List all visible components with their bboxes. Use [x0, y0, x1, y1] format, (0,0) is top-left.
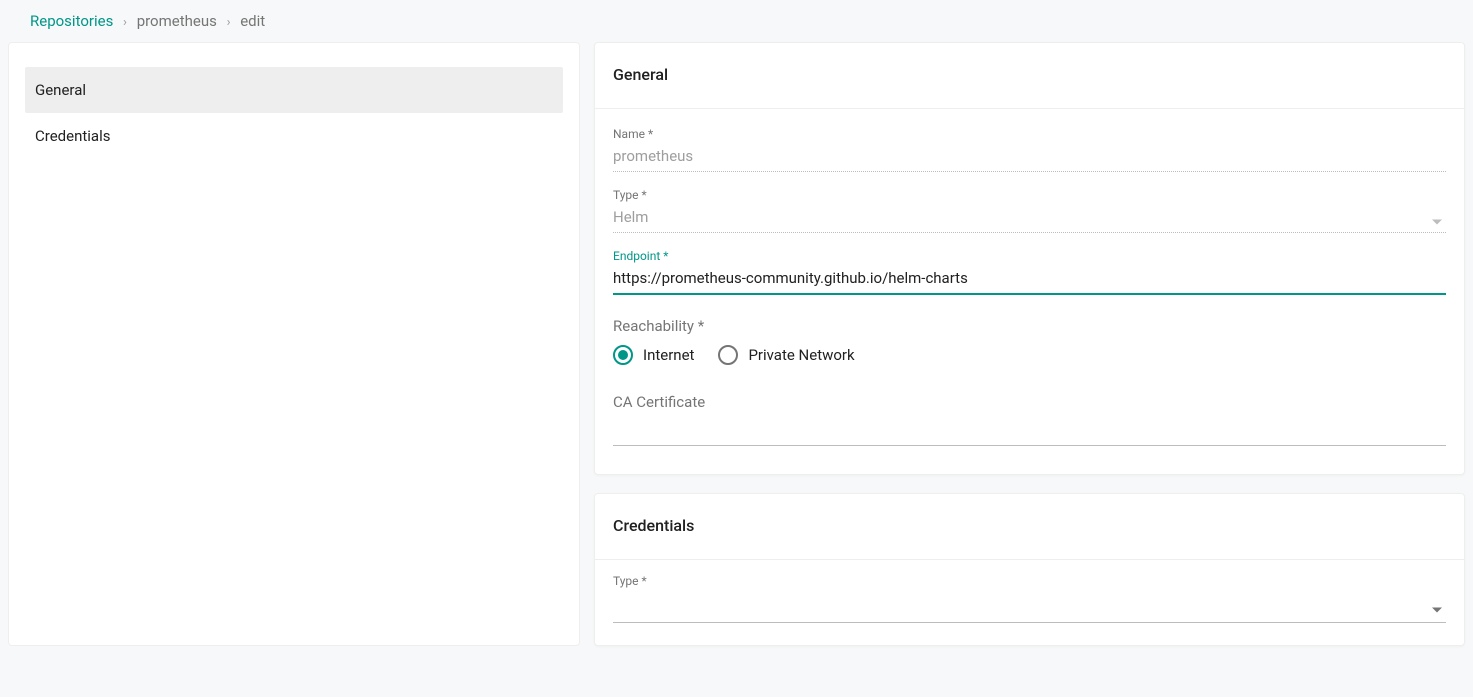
breadcrumb-root-link[interactable]: Repositories: [30, 12, 113, 30]
sidebar-item-general[interactable]: General: [25, 67, 563, 113]
sidebar-nav: General Credentials: [8, 42, 580, 646]
radio-icon-selected: [613, 345, 633, 365]
endpoint-label: Endpoint *: [613, 249, 1446, 263]
ca-certificate-label: CA Certificate: [613, 393, 1446, 411]
name-label: Name *: [613, 127, 1446, 141]
breadcrumb-action: edit: [240, 12, 265, 30]
radio-private-network[interactable]: Private Network: [718, 345, 854, 365]
sidebar-item-credentials[interactable]: Credentials: [25, 113, 563, 159]
breadcrumb-separator: ›: [123, 15, 127, 30]
endpoint-input[interactable]: [613, 265, 1446, 295]
credentials-type-label: Type *: [613, 574, 1446, 588]
breadcrumb-item: prometheus: [137, 12, 217, 30]
sidebar-item-label: General: [35, 81, 86, 99]
credentials-card: Credentials Type *: [594, 493, 1465, 646]
name-input: [613, 143, 1446, 172]
general-card-title: General: [595, 43, 1464, 109]
radio-private-label: Private Network: [748, 346, 854, 364]
reachability-label: Reachability *: [613, 317, 1446, 335]
breadcrumb: Repositories › prometheus › edit: [0, 0, 1473, 42]
type-select: [613, 204, 1446, 233]
credentials-type-select[interactable]: [613, 590, 1446, 623]
breadcrumb-separator: ›: [227, 15, 231, 30]
ca-certificate-input[interactable]: [613, 417, 1446, 446]
radio-internet-label: Internet: [643, 346, 694, 364]
type-label: Type *: [613, 188, 1446, 202]
radio-internet[interactable]: Internet: [613, 345, 694, 365]
radio-icon-unselected: [718, 345, 738, 365]
general-card: General Name * Type * Endpoi: [594, 42, 1465, 475]
credentials-card-title: Credentials: [595, 494, 1464, 560]
sidebar-item-label: Credentials: [35, 127, 110, 145]
